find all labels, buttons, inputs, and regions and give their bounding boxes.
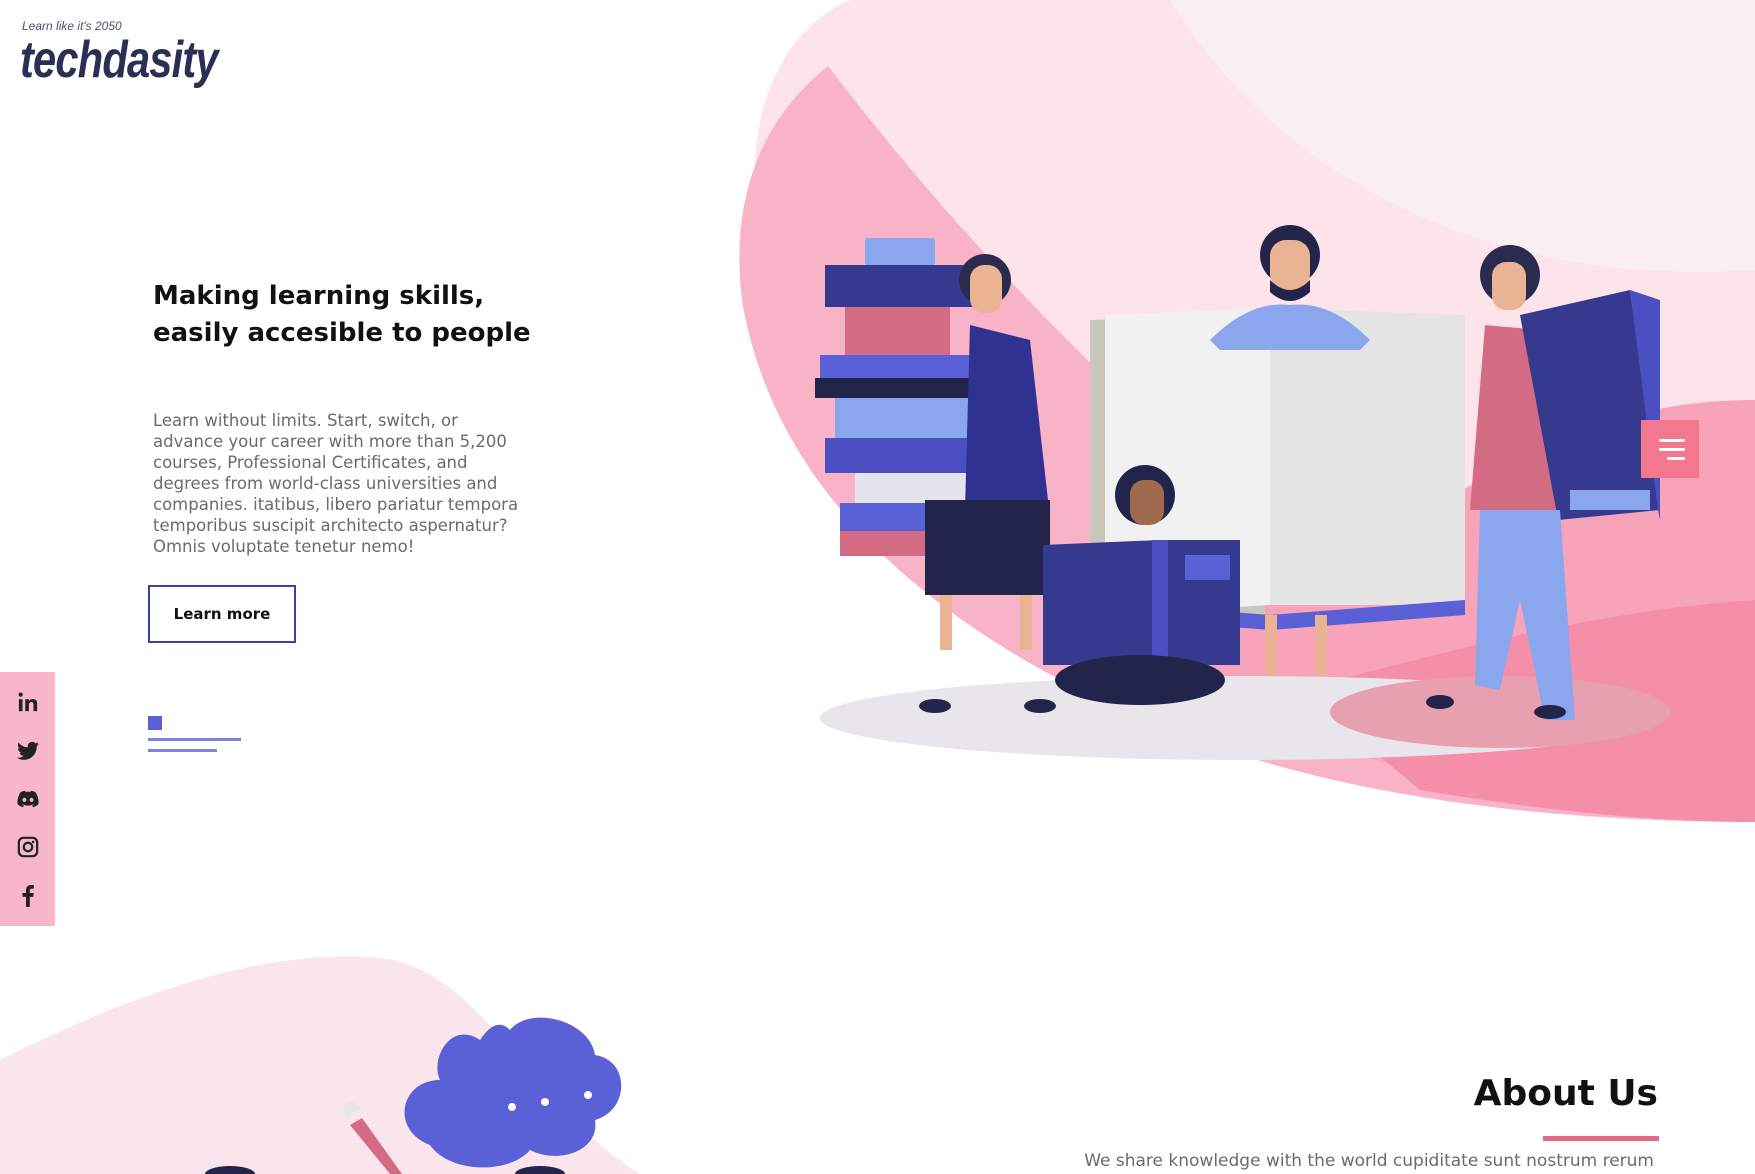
- menu-button[interactable]: [1641, 420, 1699, 478]
- brand-logo[interactable]: techdasity: [20, 30, 219, 90]
- hero-title: Making learning skills, easily accesible…: [153, 281, 531, 348]
- discord-icon[interactable]: [15, 786, 41, 812]
- learn-more-button[interactable]: Learn more: [148, 585, 296, 643]
- about-illustration: [205, 1017, 622, 1174]
- slider-indicator-line: [148, 738, 241, 741]
- social-links-bar: [0, 672, 55, 926]
- linkedin-icon[interactable]: [15, 689, 41, 715]
- hamburger-menu-icon: [1659, 438, 1685, 442]
- about-description: We share knowledge with the world cupidi…: [1084, 1151, 1654, 1171]
- slider-indicator-line: [148, 749, 217, 752]
- hero-illustration: [815, 225, 1660, 720]
- about-title: About Us: [1473, 1073, 1658, 1114]
- instagram-icon[interactable]: [15, 834, 41, 860]
- slider-active-dot[interactable]: [148, 716, 162, 730]
- twitter-icon[interactable]: [15, 738, 41, 764]
- hero-description: Learn without limits. Start, switch, or …: [153, 411, 519, 556]
- facebook-icon[interactable]: [15, 883, 41, 909]
- about-title-underline: [1543, 1136, 1659, 1141]
